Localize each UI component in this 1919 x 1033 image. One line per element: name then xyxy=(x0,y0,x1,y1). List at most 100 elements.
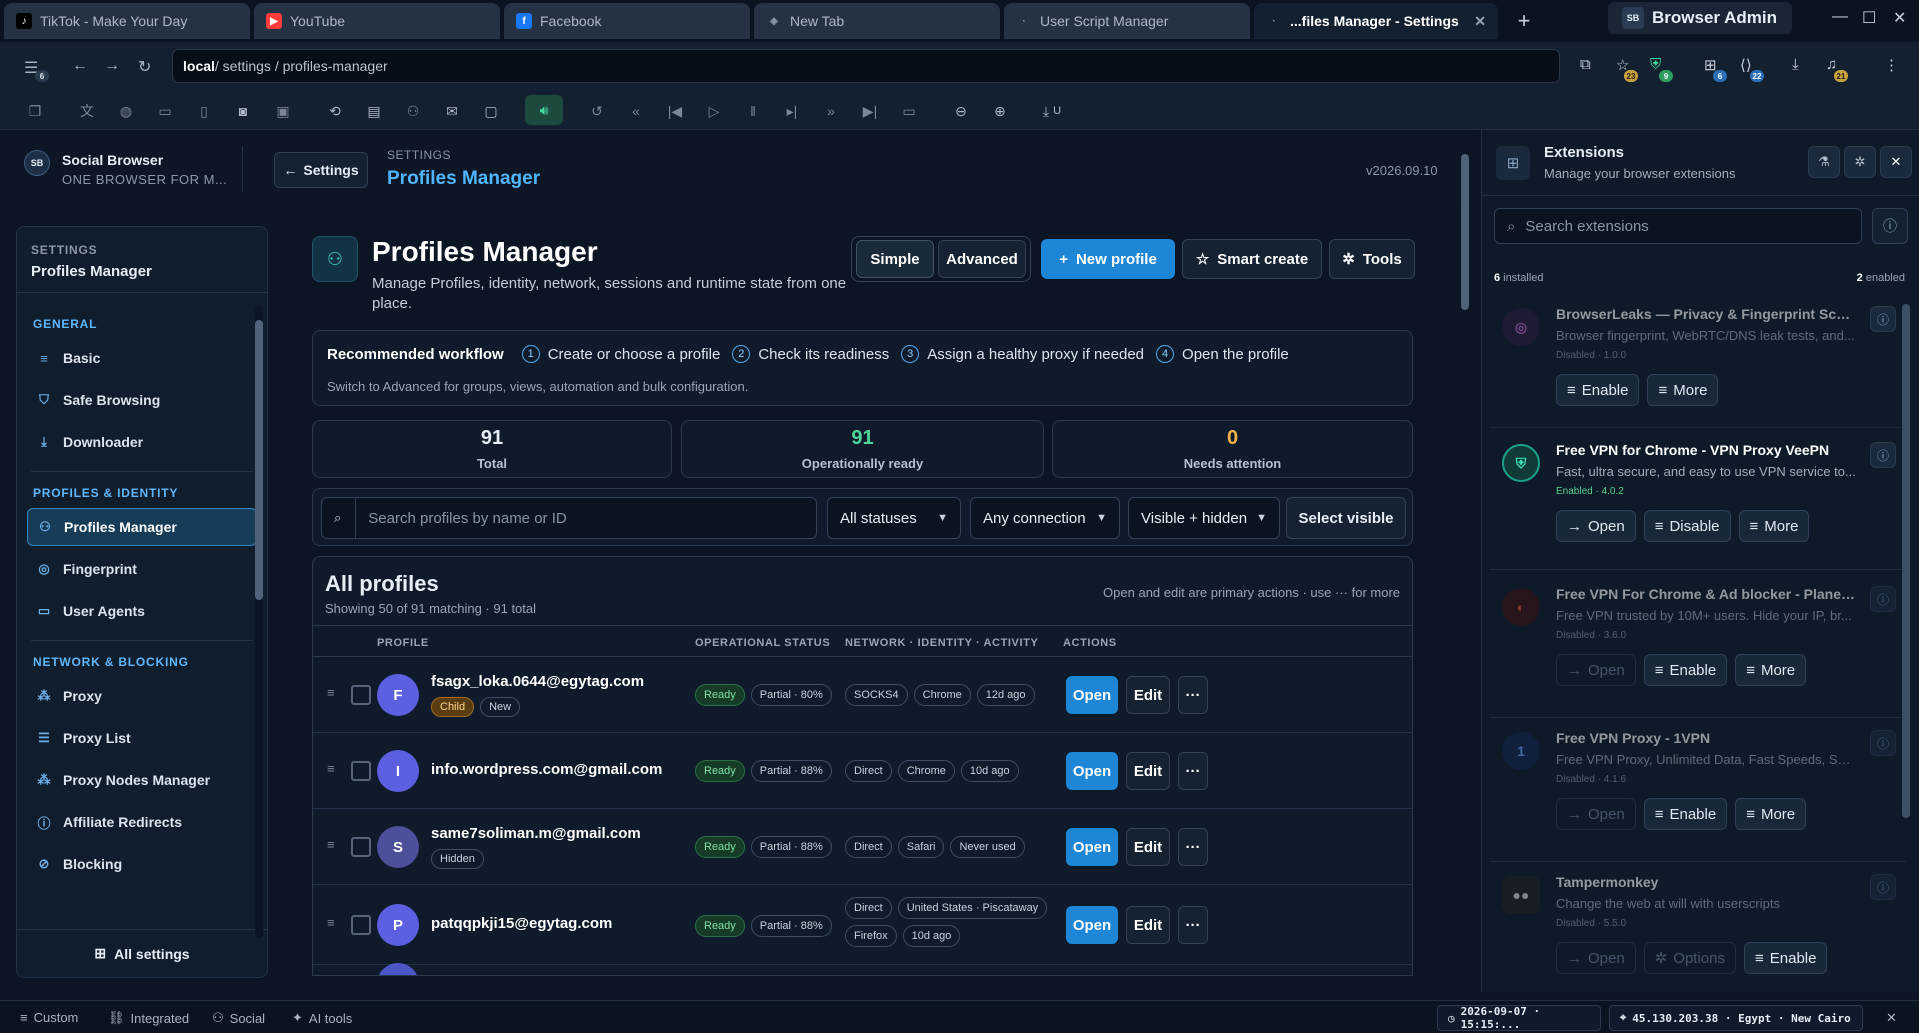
advanced-mode-button[interactable]: Advanced xyxy=(938,240,1026,278)
scroll-thumb[interactable] xyxy=(1902,304,1910,818)
open-button[interactable]: → Open xyxy=(1556,942,1636,974)
gear-icon[interactable]: ✲ xyxy=(1844,146,1876,178)
translate-icon[interactable]: 文 xyxy=(74,99,100,123)
users-icon[interactable]: ⚇ xyxy=(400,99,426,123)
next-icon[interactable]: ▶| xyxy=(857,99,883,123)
reload-icon[interactable]: ↻ xyxy=(138,57,151,77)
enable-button[interactable]: ≡ Enable xyxy=(1643,798,1728,830)
simple-mode-button[interactable]: Simple xyxy=(856,240,934,278)
sidebar-item-blocking[interactable]: ⊘ Blocking xyxy=(27,845,257,883)
info-icon[interactable]: ⓘ xyxy=(1870,730,1896,756)
tab-profiles-manager[interactable]: · ...files Manager - Settings ✕ xyxy=(1254,3,1498,39)
search-input[interactable]: Search profiles by name or ID xyxy=(355,498,816,538)
ai-tools-button[interactable]: ✦ AI tools xyxy=(292,1010,352,1026)
drag-handle-icon[interactable]: ≡ xyxy=(327,761,335,776)
mail-icon[interactable]: ✉ xyxy=(439,99,465,123)
extension-info-button[interactable]: ⓘ xyxy=(1872,208,1908,244)
pause-icon[interactable]: ‖ xyxy=(740,99,766,123)
flask-icon[interactable]: ⚗ xyxy=(1808,146,1840,178)
sidebar-item-downloader[interactable]: ⤓ Downloader xyxy=(27,423,257,461)
fast-forward-icon[interactable]: » xyxy=(818,99,844,123)
connection-select[interactable]: Any connection ▼ xyxy=(970,497,1120,539)
social-button[interactable]: ⚇ Social xyxy=(212,1010,265,1026)
close-icon[interactable]: ✕ xyxy=(1880,146,1912,178)
table-row[interactable]: ≡ P patqqpkji15@egytag.com Ready Partial … xyxy=(313,885,1412,965)
table-row[interactable]: ≡ I info.wordpress.com@gmail.com Ready Pa… xyxy=(313,733,1412,809)
sound-icon[interactable]: 🔊︎ xyxy=(525,95,563,125)
sidebar-item-proxy[interactable]: ⁂ Proxy xyxy=(27,677,257,715)
info-icon[interactable]: ⓘ xyxy=(1870,874,1896,900)
chat-icon[interactable]: ▢ xyxy=(478,99,504,123)
close-icon[interactable]: ✕ xyxy=(1886,1010,1897,1026)
minimize-icon[interactable]: — xyxy=(1832,8,1848,26)
row-checkbox[interactable] xyxy=(351,761,371,781)
share-icon[interactable]: ⟲ xyxy=(322,99,348,123)
edit-button[interactable]: Edit xyxy=(1126,752,1170,790)
more-button[interactable]: ≡ More xyxy=(1735,654,1807,686)
enable-button[interactable]: ≡ Enable xyxy=(1643,654,1728,686)
open-button[interactable]: → Open xyxy=(1556,798,1636,830)
previous-icon[interactable]: |◀ xyxy=(662,99,688,123)
back-to-settings-button[interactable]: ← Settings xyxy=(274,152,368,188)
sidebar-item-basic[interactable]: ≡ Basic xyxy=(27,339,257,377)
id-card-icon[interactable]: ▤ xyxy=(361,99,387,123)
custom-button[interactable]: ≡ Custom xyxy=(20,1010,78,1025)
drag-handle-icon[interactable]: ≡ xyxy=(327,837,335,852)
info-icon[interactable]: ⓘ xyxy=(1870,306,1896,332)
tv-icon[interactable]: ▭ xyxy=(896,99,922,123)
more-button[interactable]: ≡ More xyxy=(1738,510,1810,542)
row-checkbox[interactable] xyxy=(351,915,371,935)
sidebar-scrollbar[interactable] xyxy=(255,306,263,938)
edit-button[interactable]: Edit xyxy=(1126,906,1170,944)
profile-search[interactable]: ⌕ Search profiles by name or ID xyxy=(321,497,817,539)
sidebar-item-fingerprint[interactable]: ◎ Fingerprint xyxy=(27,550,257,588)
extensions-scrollbar[interactable] xyxy=(1902,270,1910,830)
close-window-icon[interactable]: ✕ xyxy=(1893,8,1906,28)
download-icon[interactable]: ⤓ xyxy=(1792,56,1799,73)
sidebar-item-user-agents[interactable]: ▭ User Agents xyxy=(27,592,257,630)
tools-button[interactable]: ✲ Tools xyxy=(1329,239,1415,279)
zoom-out-icon[interactable]: ⊖ xyxy=(948,99,974,123)
drag-handle-icon[interactable]: ≡ xyxy=(327,685,335,700)
enable-button[interactable]: ≡ Enable xyxy=(1556,374,1640,406)
more-button[interactable]: ≡ More xyxy=(1735,798,1807,830)
open-button[interactable]: Open xyxy=(1066,752,1118,790)
enable-button[interactable]: ≡ Enable xyxy=(1743,942,1828,974)
disable-button[interactable]: ≡ Disable xyxy=(1643,510,1731,542)
download-u-icon[interactable]: ⤓ U xyxy=(1032,99,1072,123)
windows-icon[interactable]: ❐ xyxy=(22,99,48,123)
tab-new-tab[interactable]: ◈ New Tab xyxy=(754,3,1000,39)
tab-youtube[interactable]: ▶ YouTube xyxy=(254,3,500,39)
step-icon[interactable]: ▸| xyxy=(779,99,805,123)
sidebar-item-affiliate-redirects[interactable]: ⓘ Affiliate Redirects xyxy=(27,803,257,841)
smart-create-button[interactable]: ☆ Smart create xyxy=(1182,239,1322,279)
all-settings-button[interactable]: ⊞ All settings xyxy=(17,929,267,977)
drag-handle-icon[interactable]: ≡ xyxy=(327,915,335,930)
screen-icon[interactable]: ▭ xyxy=(152,99,178,123)
open-button[interactable]: → Open xyxy=(1556,510,1636,542)
sidebar-item-profiles-manager[interactable]: ⚇ Profiles Manager xyxy=(27,508,257,546)
select-visible-button[interactable]: Select visible xyxy=(1286,497,1406,539)
sidebar-item-safe-browsing[interactable]: ⛉ Safe Browsing xyxy=(27,381,257,419)
shield-check-icon[interactable]: ⛨ xyxy=(1650,56,1661,73)
new-tab-button[interactable]: + xyxy=(1504,8,1544,34)
row-checkbox[interactable] xyxy=(351,685,371,705)
forward-arrow-icon[interactable]: → xyxy=(104,57,120,75)
table-row[interactable]: ≡ S same7soliman.m@gmail.com Hidden Read… xyxy=(313,809,1412,885)
open-button[interactable]: Open xyxy=(1066,676,1118,714)
open-button[interactable]: → Open xyxy=(1556,654,1636,686)
info-icon[interactable]: ⓘ xyxy=(1870,442,1896,468)
table-row[interactable]: ≡ F fsagx_loka.0644@egytag.com Child New … xyxy=(313,657,1412,733)
more-button[interactable]: ··· xyxy=(1178,676,1208,714)
open-button[interactable]: Open xyxy=(1066,906,1118,944)
integrated-button[interactable]: ⛓ Integrated xyxy=(108,1010,189,1026)
browser-admin-button[interactable]: SB Browser Admin xyxy=(1608,2,1792,34)
info-icon[interactable]: ⓘ xyxy=(1870,586,1896,612)
tab-facebook[interactable]: f Facebook xyxy=(504,3,750,39)
options-button[interactable]: ✲ Options xyxy=(1643,942,1736,974)
code-icon[interactable]: ⟨⟩ xyxy=(1740,56,1752,74)
main-scrollbar[interactable] xyxy=(1461,144,1469,984)
open-button[interactable]: Open xyxy=(1066,828,1118,866)
camera-icon[interactable]: ◙ xyxy=(230,99,256,123)
status-select[interactable]: All statuses ▼ xyxy=(827,497,961,539)
